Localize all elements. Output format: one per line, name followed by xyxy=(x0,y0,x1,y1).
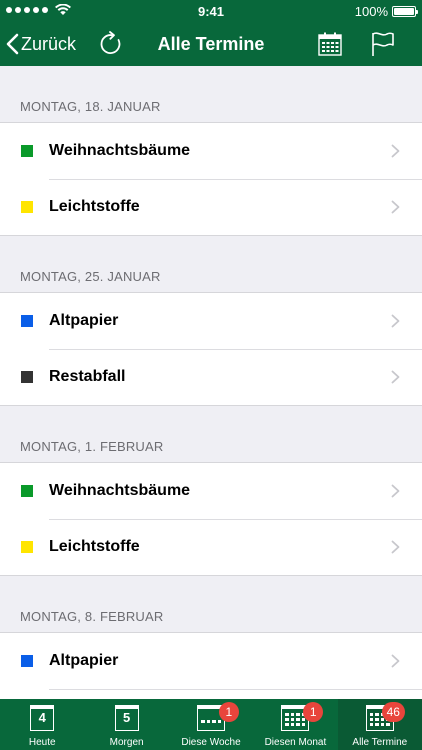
list-item[interactable] xyxy=(0,689,422,699)
chevron-right-icon xyxy=(391,370,400,384)
section-group: Weihnachtsbäume Leichtstoffe xyxy=(0,122,422,236)
tab-diese-woche[interactable]: 1 Diese Woche xyxy=(169,699,253,750)
navigation-bar: Zurück Alle Termine xyxy=(0,22,422,66)
list-item[interactable]: Leichtstoffe xyxy=(0,519,422,575)
battery-percentage: 100% xyxy=(354,4,388,19)
page-title: Alle Termine xyxy=(157,34,265,54)
calendar-day-number: 5 xyxy=(122,710,131,725)
list-item-label: Leichtstoffe xyxy=(49,538,140,555)
tab-label: Diese Woche xyxy=(181,737,241,748)
list-item[interactable]: Leichtstoffe xyxy=(0,179,422,235)
tab-bar: 4 Heute 5 Morgen 1 Diese Woche 1 Diesen … xyxy=(0,699,422,750)
flag-icon[interactable] xyxy=(370,31,396,57)
battery-icon xyxy=(392,6,418,17)
list-item[interactable]: Weihnachtsbäume xyxy=(0,463,422,519)
tab-label: Morgen xyxy=(109,737,144,748)
list-item-label: Weihnachtsbäume xyxy=(49,482,191,499)
tab-label: Diesen Monat xyxy=(264,737,327,748)
section-group: Altpapier Restabfall xyxy=(0,292,422,406)
list-item-label: Altpapier xyxy=(49,312,119,329)
section-group: Weihnachtsbäume Leichtstoffe xyxy=(0,462,422,576)
section-date-header: MONTAG, 8. FEBRUAR xyxy=(20,609,164,624)
calendar-day-icon: 4 xyxy=(30,705,55,731)
section-date-header: MONTAG, 25. JANUAR xyxy=(20,269,161,284)
chevron-right-icon xyxy=(391,654,400,668)
tab-diesen-monat[interactable]: 1 Diesen Monat xyxy=(253,699,337,750)
tab-heute[interactable]: 4 Heute xyxy=(0,699,84,750)
list-item[interactable]: Altpapier xyxy=(0,293,422,349)
list-item-label: Leichtstoffe xyxy=(49,198,140,215)
category-color-swatch xyxy=(21,315,33,327)
tab-label: Heute xyxy=(28,737,56,748)
category-color-swatch xyxy=(21,541,33,553)
list-item-label: Weihnachtsbäume xyxy=(49,142,191,159)
list-item[interactable]: Weihnachtsbäume xyxy=(0,123,422,179)
date-section: MONTAG, 8. FEBRUAR Altpapier xyxy=(0,576,422,699)
notification-badge: 46 xyxy=(381,702,405,722)
calendar-day-number: 4 xyxy=(38,710,46,725)
tab-label: Alle Termine xyxy=(352,737,408,748)
category-color-swatch xyxy=(21,371,33,383)
chevron-right-icon xyxy=(391,314,400,328)
tab-alle-termine[interactable]: 46 Alle Termine xyxy=(337,699,422,750)
notification-badge: 1 xyxy=(303,702,324,722)
category-color-swatch xyxy=(21,201,33,213)
calendar-icon[interactable] xyxy=(318,32,342,56)
list-item[interactable]: Restabfall xyxy=(0,349,422,405)
category-color-swatch xyxy=(21,655,33,667)
list-item-label: Altpapier xyxy=(49,652,119,669)
section-date-header: MONTAG, 18. JANUAR xyxy=(20,99,161,114)
tab-morgen[interactable]: 5 Morgen xyxy=(84,699,168,750)
category-color-swatch xyxy=(21,145,33,157)
list-item-label: Restabfall xyxy=(49,368,126,385)
date-section: MONTAG, 25. JANUAR Altpapier Restabfall xyxy=(0,236,422,406)
chevron-right-icon xyxy=(391,200,400,214)
date-section: MONTAG, 18. JANUAR Weihnachtsbäume Leich… xyxy=(0,66,422,236)
chevron-right-icon xyxy=(391,144,400,158)
status-bar: 9:41 100% xyxy=(0,0,422,22)
list-item[interactable]: Altpapier xyxy=(0,633,422,689)
calendar-day-icon: 5 xyxy=(114,705,139,731)
date-section: MONTAG, 1. FEBRUAR Weihnachtsbäume Leich… xyxy=(0,406,422,576)
appointments-list[interactable]: MONTAG, 18. JANUAR Weihnachtsbäume Leich… xyxy=(0,66,422,699)
chevron-right-icon xyxy=(391,484,400,498)
section-date-header: MONTAG, 1. FEBRUAR xyxy=(20,439,164,454)
category-color-swatch xyxy=(21,485,33,497)
section-group: Altpapier xyxy=(0,632,422,699)
notification-badge: 1 xyxy=(218,702,239,722)
chevron-right-icon xyxy=(391,540,400,554)
